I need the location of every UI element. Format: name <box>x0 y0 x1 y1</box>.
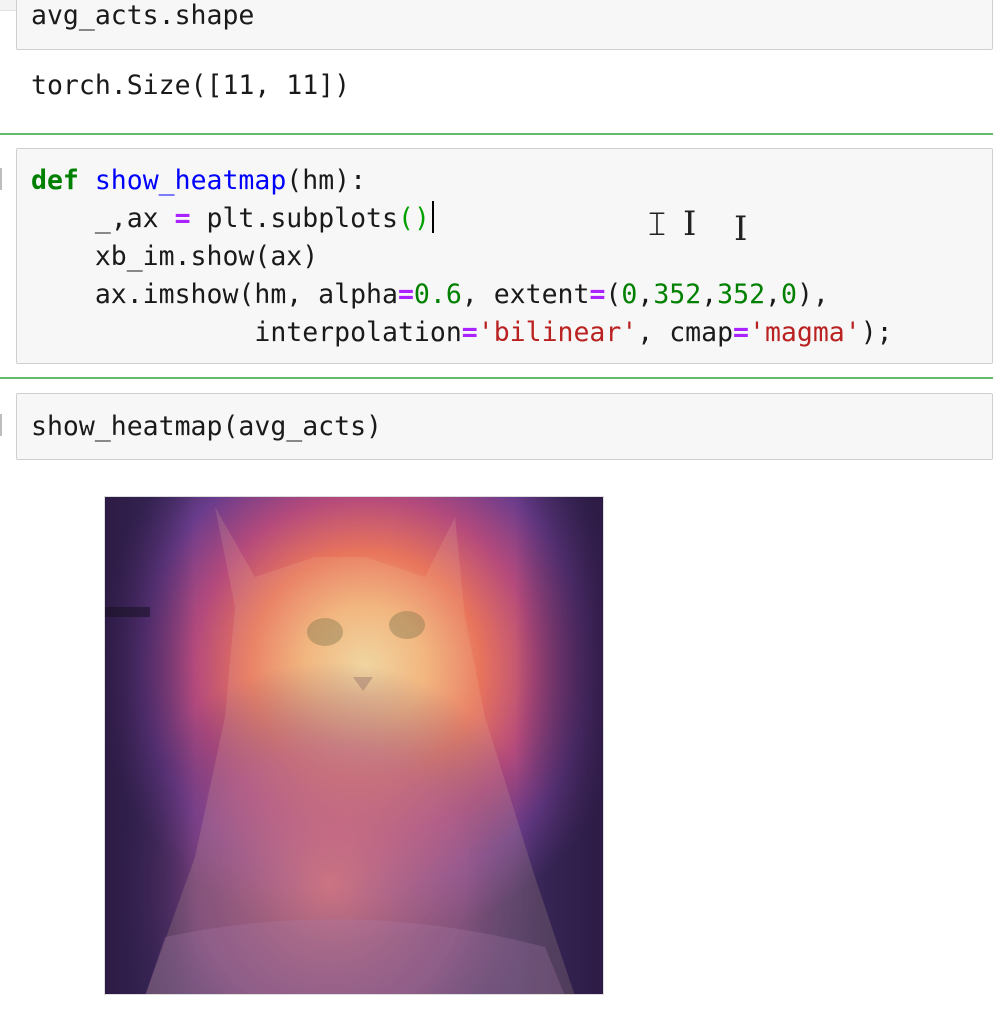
selected-cell-border-top <box>0 133 993 135</box>
num-literal: 0.6 <box>413 279 462 310</box>
code-line-4: ax.imshow(hm, alpha=0.6, extent=(0,352,3… <box>31 279 829 310</box>
num-literal: 352 <box>653 279 702 310</box>
code-line-5: interpolation='bilinear', cmap='magma'); <box>31 317 893 348</box>
code-line: avg_acts.shape <box>31 0 255 31</box>
text-cursor-icon: I <box>734 209 748 249</box>
num-literal: 352 <box>717 279 766 310</box>
cell-prompt-marker <box>0 168 2 190</box>
string-literal: 'magma' <box>749 317 861 348</box>
op-assign: = <box>174 203 191 234</box>
function-name: show_heatmap <box>94 165 287 196</box>
code-line: show_heatmap(avg_acts) <box>31 411 382 442</box>
text-caret <box>431 201 434 233</box>
op-assign: = <box>733 317 749 348</box>
code-line-3: xb_im.show(ax) <box>31 241 319 272</box>
num-literal: 0 <box>621 279 638 310</box>
code-block-def-show-heatmap[interactable]: def show_heatmap(hm): _,ax = plt.subplot… <box>31 162 893 352</box>
code-line-1: def show_heatmap(hm): <box>31 165 367 196</box>
text-cursor-icon: I <box>683 204 697 244</box>
paren-highlight: () <box>397 203 430 234</box>
heatmap-overlay-cat-image <box>104 496 604 995</box>
op-assign: = <box>461 317 478 348</box>
cell-prompt-marker <box>0 414 2 436</box>
op-assign: = <box>397 279 414 310</box>
output-text-torch-size: torch.Size([11, 11]) <box>31 70 351 101</box>
string-literal: 'bilinear' <box>477 317 638 348</box>
selected-cell-border-bottom <box>0 377 993 379</box>
num-literal: 0 <box>781 279 797 310</box>
op-assign: = <box>589 279 606 310</box>
text-cursor-icon: 𝙸 <box>645 204 669 244</box>
code-line-2: _,ax = plt.subplots() <box>31 200 893 238</box>
keyword-def: def <box>31 165 79 196</box>
